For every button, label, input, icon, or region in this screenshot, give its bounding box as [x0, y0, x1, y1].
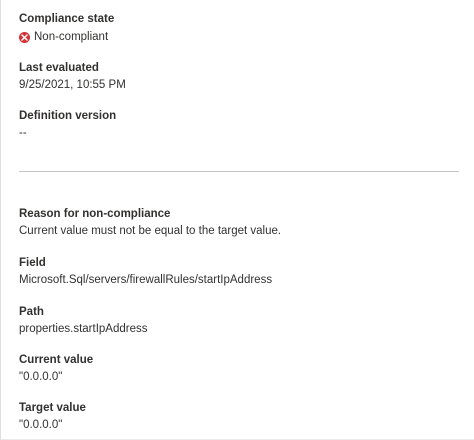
field-section: Field Microsoft.Sql/servers/firewallRule… [19, 256, 458, 287]
current-value-value: "0.0.0.0" [19, 371, 63, 383]
section-divider [19, 171, 459, 172]
path-value: properties.startIpAddress [19, 323, 148, 335]
field-label: Field [19, 257, 46, 269]
definition-version-label: Definition version [19, 110, 117, 122]
reason-section: Reason for non-compliance Current value … [19, 207, 458, 238]
path-section: Path properties.startIpAddress [19, 305, 458, 336]
target-value-value: "0.0.0.0" [19, 419, 63, 431]
compliance-state-section: Compliance state Non-compliant [19, 12, 458, 44]
compliance-state-value: Non-compliant [34, 31, 109, 43]
path-label: Path [19, 306, 44, 318]
target-value-label: Target value [19, 402, 86, 414]
definition-version-section: Definition version -- [19, 109, 458, 140]
reason-value: Current value must not be equal to the t… [19, 225, 282, 237]
compliance-state-label: Compliance state [19, 13, 115, 25]
last-evaluated-value: 9/25/2021, 10:55 PM [19, 79, 126, 91]
compliance-details-panel: Compliance state Non-compliant Last eval… [0, 0, 474, 440]
current-value-section: Current value "0.0.0.0" [19, 353, 458, 384]
reason-label: Reason for non-compliance [19, 208, 171, 220]
definition-version-value: -- [19, 127, 27, 139]
field-value: Microsoft.Sql/servers/firewallRules/star… [19, 274, 273, 286]
target-value-section: Target value "0.0.0.0" [19, 401, 458, 432]
last-evaluated-section: Last evaluated 9/25/2021, 10:55 PM [19, 61, 458, 92]
last-evaluated-label: Last evaluated [19, 62, 99, 74]
error-circle-icon [19, 31, 30, 43]
current-value-label: Current value [19, 354, 94, 366]
compliance-state-status: Non-compliant [19, 30, 458, 44]
